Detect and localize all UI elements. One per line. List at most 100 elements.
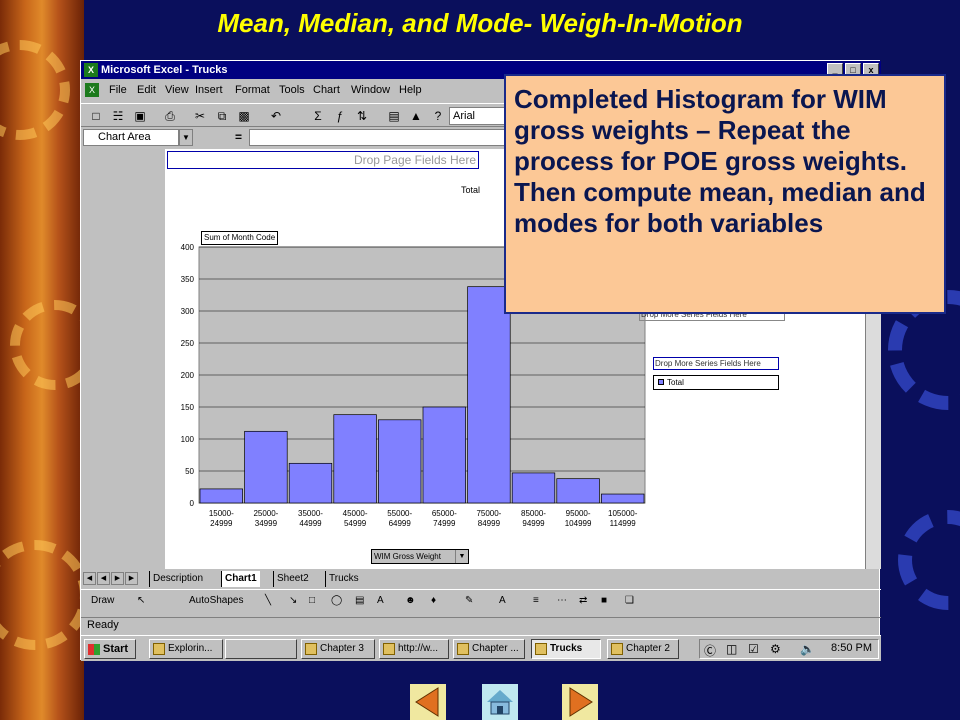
cut-icon[interactable]: ✂ bbox=[191, 107, 209, 125]
tab-chart1[interactable]: Chart1 bbox=[221, 571, 260, 587]
next-sheet-icon[interactable]: ▶ bbox=[111, 572, 124, 585]
category-field-button[interactable]: WIM Gross Weight ▼ bbox=[371, 549, 469, 564]
line-icon[interactable]: ╲ bbox=[265, 595, 271, 606]
task-browser[interactable]: http://w... bbox=[379, 639, 449, 659]
last-sheet-icon[interactable]: ▶ bbox=[125, 572, 138, 585]
histogram-bar bbox=[199, 488, 243, 504]
help-icon[interactable]: ? bbox=[429, 107, 447, 125]
arrow-style-icon[interactable]: ⇄ bbox=[579, 595, 587, 606]
chevron-down-icon[interactable]: ▼ bbox=[179, 129, 193, 146]
window-title: Microsoft Excel - Trucks bbox=[101, 64, 228, 76]
textbox-icon[interactable]: ▤ bbox=[355, 595, 364, 606]
task-label: Chapter 2 bbox=[626, 643, 670, 654]
menu-format[interactable]: Format bbox=[235, 84, 270, 96]
task-trucks[interactable]: Trucks bbox=[531, 639, 601, 659]
y-tick-label: 300 bbox=[181, 307, 195, 316]
task-label: Chapter 3 bbox=[320, 643, 364, 654]
x-tick-label: 15000-24999 bbox=[209, 509, 234, 528]
3d-icon[interactable]: ❏ bbox=[625, 595, 634, 606]
drawing-icon[interactable]: ▲ bbox=[407, 107, 425, 125]
histogram-bar bbox=[244, 430, 288, 504]
x-tick-label: 105000-114999 bbox=[608, 509, 638, 528]
back-arrow-icon[interactable] bbox=[410, 684, 446, 720]
task-icon[interactable]: ☑ bbox=[748, 642, 759, 656]
menu-file[interactable]: File bbox=[109, 84, 127, 96]
decorative-gear-strip bbox=[0, 0, 100, 720]
paste-icon[interactable]: ▩ bbox=[235, 107, 253, 125]
save-icon[interactable]: ▣ bbox=[131, 107, 149, 125]
task-word-chapter[interactable]: Chapter ... bbox=[453, 639, 525, 659]
powerpoint-icon bbox=[305, 643, 317, 655]
line-color-icon[interactable]: ✎ bbox=[465, 595, 473, 606]
open-icon[interactable]: ☵ bbox=[109, 107, 127, 125]
menu-tools[interactable]: Tools bbox=[279, 84, 305, 96]
histogram-bar bbox=[422, 406, 466, 504]
clipart-icon[interactable]: ☻ bbox=[405, 595, 416, 606]
start-button[interactable]: Start bbox=[84, 639, 136, 659]
copy-icon[interactable]: ⧉ bbox=[213, 107, 231, 125]
autoshapes-menu[interactable]: AutoShapes bbox=[189, 595, 244, 606]
chevron-down-icon[interactable]: ▼ bbox=[455, 550, 468, 563]
font-color-icon[interactable]: A bbox=[499, 595, 506, 606]
sort-icon[interactable]: ⇅ bbox=[353, 107, 371, 125]
task-blank[interactable] bbox=[225, 639, 297, 659]
print-icon[interactable]: ⎙ bbox=[161, 107, 179, 125]
font-select[interactable]: Arial bbox=[449, 107, 505, 125]
network-icon[interactable]: ◫ bbox=[726, 642, 737, 656]
oval-icon[interactable]: ◯ bbox=[331, 595, 342, 606]
x-tick-label: 75000-84999 bbox=[476, 509, 501, 528]
wordart-icon[interactable]: A bbox=[377, 595, 384, 606]
task-label: Explorin... bbox=[168, 643, 213, 654]
task-chapter3[interactable]: Chapter 3 bbox=[301, 639, 375, 659]
task-explorer[interactable]: Explorin... bbox=[149, 639, 223, 659]
x-tick-label: 45000-54999 bbox=[343, 509, 368, 528]
formula-equals: = bbox=[235, 130, 243, 144]
browser-icon bbox=[383, 643, 395, 655]
menu-insert[interactable]: Insert bbox=[195, 84, 223, 96]
chart-wizard-icon[interactable]: ▤ bbox=[385, 107, 403, 125]
rectangle-icon[interactable]: □ bbox=[309, 595, 315, 606]
task-label: http://w... bbox=[398, 643, 439, 654]
workbook-icon[interactable]: X bbox=[85, 83, 99, 97]
start-label: Start bbox=[103, 643, 129, 655]
system-tray: Ⓒ ◫ ☑ ⚙ 🔈 8:50 PM bbox=[699, 639, 879, 659]
menu-chart[interactable]: Chart bbox=[313, 84, 340, 96]
select-pointer-icon[interactable]: ↖ bbox=[137, 595, 145, 606]
name-box[interactable]: Chart Area bbox=[83, 129, 179, 146]
menu-help[interactable]: Help bbox=[399, 84, 422, 96]
y-tick-label: 0 bbox=[190, 499, 195, 508]
function-icon[interactable]: ƒ bbox=[331, 107, 349, 125]
menu-window[interactable]: Window bbox=[351, 84, 390, 96]
menu-edit[interactable]: Edit bbox=[137, 84, 156, 96]
dash-style-icon[interactable]: ⋯ bbox=[557, 595, 567, 606]
home-icon[interactable] bbox=[482, 684, 518, 720]
undo-icon[interactable]: ↶ bbox=[267, 107, 285, 125]
tab-trucks[interactable]: Trucks bbox=[325, 571, 362, 587]
ie-icon[interactable]: Ⓒ bbox=[704, 642, 716, 659]
first-sheet-icon[interactable]: ◀ bbox=[83, 572, 96, 585]
new-icon[interactable]: □ bbox=[87, 107, 105, 125]
y-tick-label: 350 bbox=[181, 275, 195, 284]
x-tick-label: 85000-94999 bbox=[521, 509, 546, 528]
prev-sheet-icon[interactable]: ◀ bbox=[97, 572, 110, 585]
clock: 8:50 PM bbox=[831, 642, 872, 654]
volume-icon[interactable]: 🔈 bbox=[800, 642, 815, 656]
histogram-bar bbox=[333, 414, 377, 504]
shadow-icon[interactable]: ■ bbox=[601, 595, 607, 606]
x-tick-label: 25000-34999 bbox=[253, 509, 278, 528]
legend: Total bbox=[653, 375, 779, 390]
arrow-icon[interactable]: ↘ bbox=[289, 595, 297, 606]
autosum-icon[interactable]: Σ bbox=[309, 107, 327, 125]
line-style-icon[interactable]: ≡ bbox=[533, 595, 539, 606]
tray-app-icon[interactable]: ⚙ bbox=[770, 642, 781, 656]
drop-series-fields-2[interactable]: Drop More Series Fields Here bbox=[653, 357, 779, 370]
fill-color-icon[interactable]: ♦ bbox=[431, 595, 436, 606]
category-field-label: WIM Gross Weight bbox=[374, 552, 441, 561]
menu-view[interactable]: View bbox=[165, 84, 189, 96]
tab-sheet2[interactable]: Sheet2 bbox=[273, 571, 312, 587]
forward-arrow-icon[interactable] bbox=[562, 684, 598, 720]
task-chapter2[interactable]: Chapter 2 bbox=[607, 639, 679, 659]
draw-menu[interactable]: Draw bbox=[91, 595, 114, 606]
word-icon bbox=[457, 643, 469, 655]
tab-description[interactable]: Description bbox=[149, 571, 206, 587]
